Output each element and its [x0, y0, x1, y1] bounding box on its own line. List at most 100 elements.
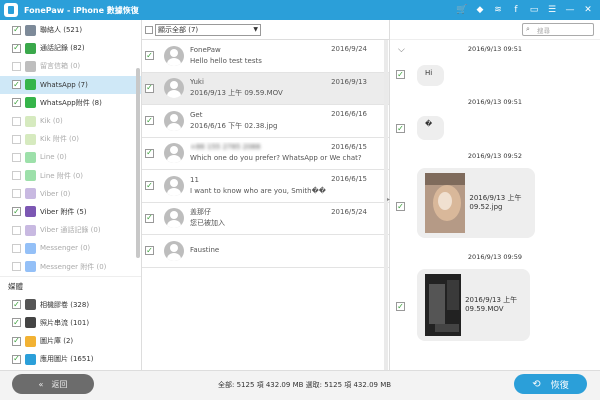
filter-dropdown[interactable]: 顯示全部 (7) ▼ [155, 23, 261, 36]
sidebar-item[interactable]: Viber 附件 (5) [0, 203, 141, 221]
conversation-preview: 您已被加入 [190, 219, 225, 228]
category-checkbox[interactable] [145, 116, 154, 126]
sidebar-item-label: WhatsApp (7) [40, 80, 88, 89]
sidebar-item[interactable]: 圖片庫 (2) [0, 332, 141, 350]
sidebar-item[interactable]: Messenger (0) [0, 239, 141, 257]
category-checkbox[interactable] [12, 225, 21, 235]
category-checkbox[interactable] [145, 83, 154, 93]
sidebar-item-label: 照片串流 (101) [40, 318, 90, 327]
avatar [164, 208, 184, 229]
chat-icon[interactable]: ▭ [528, 5, 540, 15]
image-thumbnail[interactable] [425, 173, 466, 233]
restore-button[interactable]: ⟲ 恢復 [514, 374, 587, 394]
wifi-icon[interactable]: ≋ [492, 5, 504, 15]
message-checkbox[interactable] [396, 302, 405, 311]
conversation-row[interactable]: 11I want to know who are you, Smith��201… [142, 170, 389, 203]
sidebar-item[interactable]: Kik (0) [0, 112, 141, 130]
bottom-bar: « 返回 全部: 5125 項 432.09 MB 選取: 5125 項 432… [0, 370, 600, 400]
category-checkbox[interactable] [12, 43, 21, 53]
conversation-date: 2016/9/13 [331, 77, 367, 86]
category-checkbox[interactable] [12, 80, 21, 90]
avatar [164, 78, 184, 99]
sidebar-item-label: Line 附件 (0) [40, 171, 83, 180]
search-input[interactable]: ⌕ 搜尋 [522, 23, 594, 36]
sidebar-item-label: Messenger 附件 (0) [40, 262, 107, 271]
message-checkbox[interactable] [396, 202, 405, 211]
title-bar-controls: 🛒 ◆ ≋ f ▭ ☰ — ✕ [456, 5, 594, 15]
sidebar-item[interactable]: Line 附件 (0) [0, 167, 141, 185]
message-checkbox[interactable] [396, 70, 405, 79]
sidebar-item-label: 應用圖片 (1651) [40, 355, 94, 364]
message-bubble: � [417, 116, 444, 140]
sidebar-item[interactable]: 聯絡人 (521) [0, 21, 141, 39]
sidebar-item[interactable]: Viber (0) [0, 185, 141, 203]
sidebar-item-label: Kik 附件 (0) [40, 135, 79, 144]
category-checkbox[interactable] [12, 354, 21, 364]
sidebar-item[interactable]: 通話記錄 (82) [0, 39, 141, 57]
conversation-preview: Hello hello test tests [190, 56, 262, 65]
category-checkbox[interactable] [145, 181, 154, 191]
sidebar-scrollbar[interactable] [136, 68, 140, 258]
category-checkbox[interactable] [12, 98, 21, 108]
message-checkbox[interactable] [396, 124, 405, 133]
select-all-checkbox[interactable] [145, 25, 153, 34]
category-checkbox[interactable] [145, 213, 154, 223]
diamond-icon[interactable]: ◆ [474, 5, 486, 15]
category-checkbox[interactable] [12, 318, 21, 328]
conversation-date: 2016/9/24 [331, 45, 367, 53]
category-checkbox[interactable] [12, 243, 21, 253]
conversation-row[interactable]: +86 155 2785 2088Which one do you prefer… [142, 138, 389, 170]
back-button[interactable]: « 返回 [12, 374, 94, 394]
category-checkbox[interactable] [12, 171, 21, 181]
menu-icon[interactable]: ☰ [546, 5, 558, 15]
facebook-icon[interactable]: f [510, 5, 522, 15]
category-checkbox[interactable] [145, 51, 154, 61]
search-icon: ⌕ [526, 25, 530, 33]
category-checkbox[interactable] [12, 189, 21, 199]
category-checkbox[interactable] [12, 134, 21, 144]
sidebar-item[interactable]: 應用圖片 (1651) [0, 350, 141, 368]
sidebar-item-label: Line (0) [40, 153, 67, 162]
filter-value: 顯示全部 (7) [158, 25, 199, 34]
video-filename: 2016/9/13 上午 09.59.MOV [465, 296, 518, 313]
category-checkbox[interactable] [145, 246, 154, 256]
minimize-icon[interactable]: — [564, 5, 576, 15]
conversation-date: 2016/6/15 [331, 142, 367, 151]
kik-attachment-icon [25, 133, 36, 145]
sidebar-item[interactable]: 留言信箱 (0) [0, 57, 141, 75]
avatar [164, 240, 184, 261]
category-checkbox[interactable] [145, 148, 154, 158]
photo-library-icon [25, 335, 36, 347]
sidebar-item[interactable]: WhatsApp附件 (8) [0, 94, 141, 112]
conversation-row[interactable]: Faustine [142, 235, 389, 268]
restore-label: 恢復 [550, 380, 569, 391]
sidebar-item[interactable]: 相機膠卷 (328) [0, 296, 141, 314]
conversation-row[interactable]: 盖那仔您已被加入2016/5/24 [142, 203, 389, 235]
sidebar-item[interactable]: Messenger 附件 (0) [0, 257, 141, 275]
video-thumbnail[interactable] [425, 274, 462, 336]
category-checkbox[interactable] [12, 152, 21, 162]
category-checkbox[interactable] [12, 262, 21, 272]
conversation-row[interactable]: FonePawHello hello test tests2016/9/24 [142, 40, 389, 73]
category-checkbox[interactable] [12, 25, 21, 35]
sidebar-item[interactable]: Viber 通話記錄 (0) [0, 221, 141, 239]
conversation-row[interactable]: Yuki2016/9/13 上午 09.59.MOV2016/9/13 [142, 72, 389, 105]
message-timestamp: 2016/9/13 09:51 [467, 98, 523, 106]
cart-icon[interactable]: 🛒 [456, 5, 468, 15]
category-checkbox[interactable] [12, 207, 21, 217]
app-logo-icon [4, 3, 18, 17]
avatar [164, 110, 184, 131]
sidebar-item[interactable]: WhatsApp (7) [0, 75, 141, 94]
messenger-icon [25, 242, 36, 254]
category-checkbox[interactable] [12, 116, 21, 126]
category-checkbox[interactable] [12, 61, 21, 71]
sidebar-item[interactable]: Line (0) [0, 148, 141, 166]
list-scrollbar[interactable] [384, 40, 388, 370]
sidebar-item[interactable]: Kik 附件 (0) [0, 130, 141, 148]
close-icon[interactable]: ✕ [582, 5, 594, 15]
conversation-row[interactable]: Get2016/6/16 下午 02.38.jpg2016/6/16 [142, 105, 389, 138]
category-checkbox[interactable] [12, 336, 21, 346]
image-message-bubble: 2016/9/13 上午 09.52.jpg [417, 168, 535, 238]
category-checkbox[interactable] [12, 300, 21, 310]
sidebar-item[interactable]: 照片串流 (101) [0, 314, 141, 332]
